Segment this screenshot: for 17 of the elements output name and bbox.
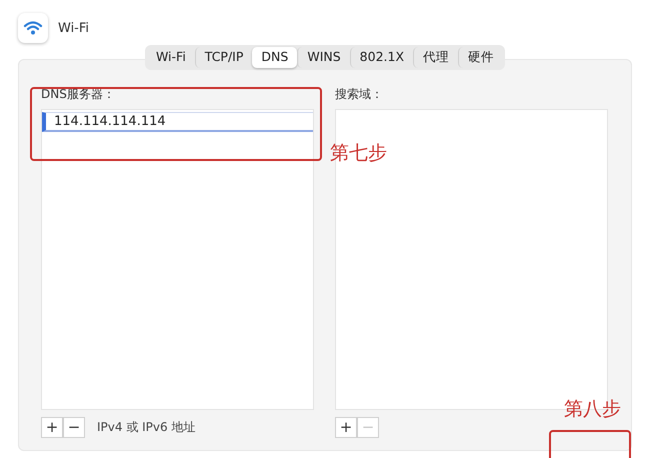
tab[interactable]: 代理 — [413, 47, 458, 68]
tab[interactable]: WINS — [297, 47, 350, 68]
step-label: 第七步 — [330, 141, 387, 166]
tab[interactable]: DNS — [252, 47, 298, 68]
list-label: 搜索域： — [335, 86, 384, 103]
window-title: Wi-Fi — [58, 20, 90, 36]
list-entry[interactable]: 114.114.114.114 — [42, 112, 313, 132]
tab[interactable]: 802.1X — [350, 47, 414, 68]
remove-button[interactable]: − — [63, 417, 85, 438]
step-label: 第八步 — [564, 397, 621, 422]
add-button[interactable]: + — [335, 417, 357, 438]
tab[interactable]: Wi-Fi — [146, 47, 195, 68]
wifi-icon — [18, 13, 48, 43]
hint-text: IPv4 或 IPv6 地址 — [97, 419, 196, 436]
add-button[interactable]: + — [41, 417, 63, 438]
dns-server-list[interactable]: 114.114.114.114 — [41, 109, 314, 410]
tab[interactable]: 硬件 — [458, 47, 504, 68]
